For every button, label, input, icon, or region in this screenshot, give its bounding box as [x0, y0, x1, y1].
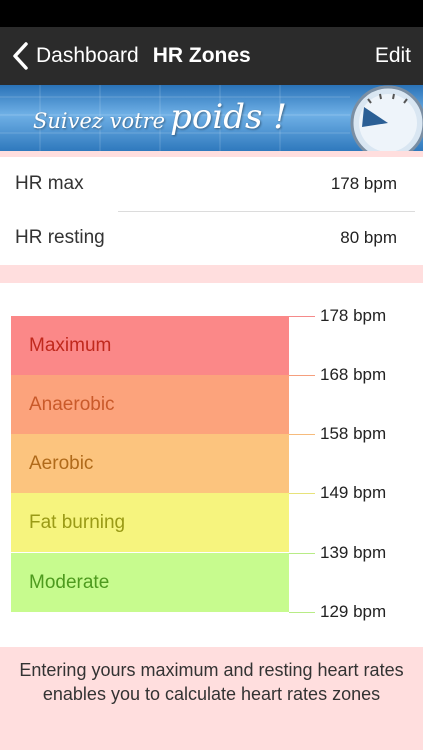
threshold-label: 158 bpm [320, 424, 387, 443]
back-button-label: Dashboard [36, 44, 139, 67]
zone-label: Anaerobic [29, 393, 115, 415]
page-title: HR Zones [152, 44, 251, 67]
zone-maximum: Maximum [11, 316, 289, 375]
hr-resting-value: 80 bpm [340, 228, 397, 247]
threshold-tick [289, 612, 315, 613]
hr-zones-card: Maximum Anaerobic Aerobic Fat burning Mo… [0, 283, 423, 647]
zone-label: Maximum [29, 334, 112, 356]
zone-anaerobic: Anaerobic [11, 375, 289, 434]
threshold-label: 178 bpm [320, 306, 387, 325]
zone-label: Aerobic [29, 452, 94, 474]
zone-label: Moderate [29, 571, 110, 593]
threshold-tick [289, 553, 315, 554]
zone-moderate: Moderate [11, 553, 289, 612]
banner-text: Suivez votre poids ! [33, 97, 287, 137]
hr-max-row[interactable]: HR max 178 bpm [0, 157, 423, 211]
threshold-tick [289, 316, 315, 317]
threshold-tick [289, 434, 315, 435]
zone-label: Fat burning [29, 511, 126, 533]
back-button[interactable]: Dashboard [0, 27, 139, 85]
hr-max-value: 178 bpm [330, 174, 397, 193]
banner-text-small: Suivez votre [33, 109, 166, 133]
threshold-label: 168 bpm [320, 365, 387, 384]
threshold-tick [289, 375, 315, 376]
chevron-left-icon [13, 42, 28, 70]
info-text: Entering yours maximum and resting heart… [19, 660, 404, 704]
banner-text-big: poids ! [170, 97, 287, 137]
hr-max-label: HR max [15, 173, 84, 194]
navigation-bar: Dashboard HR Zones Edit [0, 27, 423, 85]
threshold-label: 149 bpm [320, 483, 387, 502]
threshold-tick [289, 493, 315, 494]
ad-banner[interactable]: Suivez votre poids ! [0, 85, 423, 151]
hr-resting-label: HR resting [15, 227, 105, 248]
zone-aerobic: Aerobic [11, 434, 289, 493]
status-bar [0, 0, 423, 27]
threshold-label: 129 bpm [320, 602, 387, 621]
edit-button[interactable]: Edit [375, 27, 411, 85]
hr-settings-card: HR max 178 bpm HR resting 80 bpm [0, 157, 423, 265]
threshold-label: 139 bpm [320, 543, 387, 562]
zone-fat-burning: Fat burning [11, 493, 289, 552]
hr-resting-row[interactable]: HR resting 80 bpm [0, 211, 423, 265]
